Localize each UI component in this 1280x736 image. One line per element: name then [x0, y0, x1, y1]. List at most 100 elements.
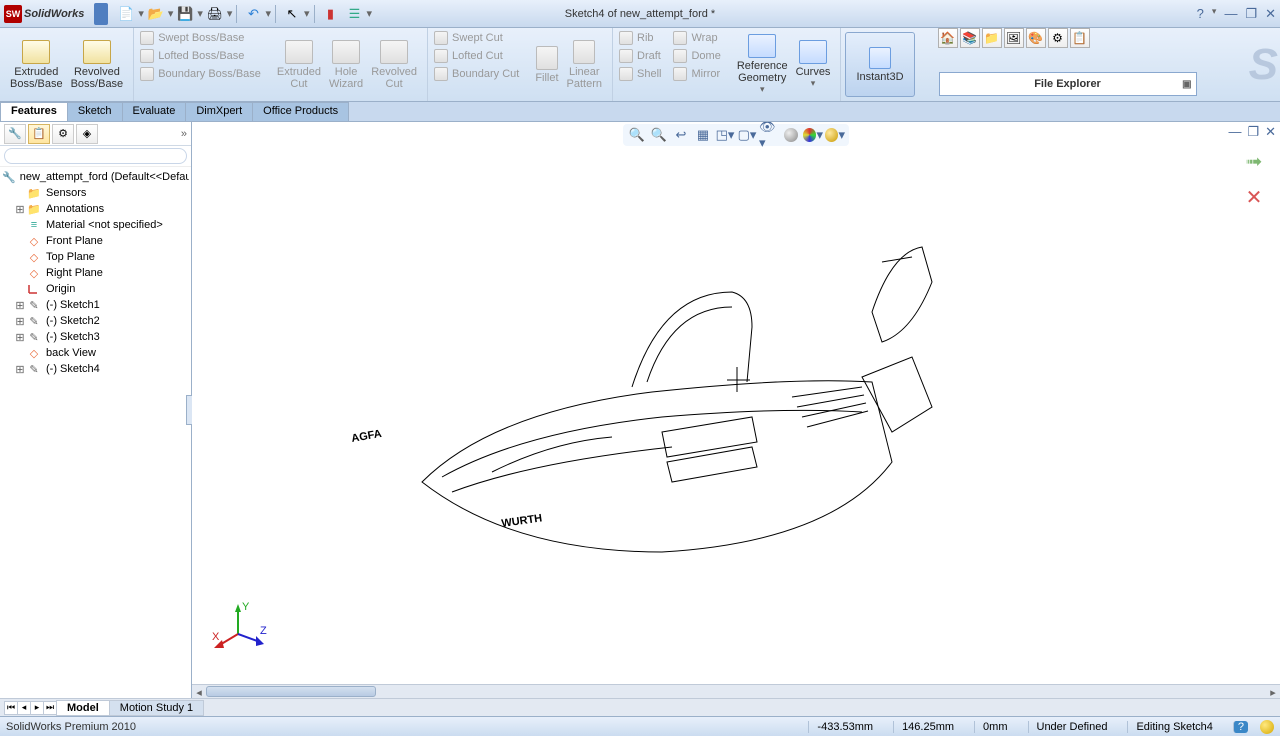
svg-text:X: X	[212, 631, 220, 643]
select-icon[interactable]: ↖	[283, 5, 301, 23]
tab-office-products[interactable]: Office Products	[252, 102, 349, 121]
viewport-scrollbar[interactable]: ◂ ▸	[192, 684, 1280, 698]
tab-nav-prev[interactable]: ◂	[17, 701, 31, 715]
tree-item-sketch2[interactable]: ⊞✎(-) Sketch2	[2, 313, 189, 329]
tab-nav-first[interactable]: ⏮	[4, 701, 18, 715]
model-preview: WURTH AGFA	[192, 132, 1272, 692]
wrap-button[interactable]: Wrap	[671, 30, 722, 46]
custom-props-icon[interactable]: ⚙	[1048, 28, 1068, 48]
svg-text:WURTH: WURTH	[501, 512, 543, 530]
titlebar: SW SolidWorks 📄▾ 📂▾ 💾▾ 🖨▾ ↶▾ ↖▾ ▮ ☰▾ Ske…	[0, 0, 1280, 28]
tab-sketch[interactable]: Sketch	[67, 102, 123, 121]
tree-item-sketch1[interactable]: ⊞✎(-) Sketch1	[2, 297, 189, 313]
document-title: Sketch4 of new_attempt_ford *	[565, 8, 715, 20]
status-help[interactable]: ?	[1233, 721, 1248, 733]
file-explorer-icon[interactable]: 📁	[982, 28, 1002, 48]
fm-tab-config[interactable]: ⚙	[52, 124, 74, 144]
revolved-cut-button[interactable]: Revolved Cut	[367, 38, 421, 92]
status-pin-icon[interactable]	[1260, 720, 1274, 734]
print-icon[interactable]: 🖨	[206, 5, 224, 23]
open-file-icon[interactable]: 📂	[147, 5, 165, 23]
linear-pattern-button[interactable]: Linear Pattern	[563, 38, 606, 92]
scroll-left-icon[interactable]: ◂	[192, 685, 206, 698]
tab-nav-last[interactable]: ⏭	[43, 701, 57, 715]
extruded-boss-button[interactable]: Extruded Boss/Base	[6, 38, 67, 92]
minimize-icon[interactable]: —	[1224, 6, 1237, 22]
feature-manager-panel: 🔧 📋 ⚙ ◈ » 🔧new_attempt_ford (Default<<De…	[0, 122, 192, 698]
rebuild-icon[interactable]: ▮	[322, 5, 340, 23]
help-icon[interactable]: ?	[1197, 6, 1204, 22]
status-coord-y: 146.25mm	[893, 721, 962, 733]
scroll-thumb[interactable]	[206, 686, 376, 697]
resources-icon[interactable]: 📋	[1070, 28, 1090, 48]
bottom-tab-motion[interactable]: Motion Study 1	[109, 700, 204, 716]
tree-item-sensors[interactable]: 📁Sensors	[2, 185, 189, 201]
tree-item-front-plane[interactable]: ◇Front Plane	[2, 233, 189, 249]
new-file-icon[interactable]: 📄	[117, 5, 135, 23]
tab-nav-next[interactable]: ▸	[30, 701, 44, 715]
bottom-tab-bar: ⏮ ◂ ▸ ⏭ Model Motion Study 1	[0, 698, 1280, 716]
sw-watermark: S	[1249, 40, 1274, 90]
mirror-button[interactable]: Mirror	[671, 66, 722, 82]
tab-features[interactable]: Features	[0, 102, 68, 121]
tree-item-sketch3[interactable]: ⊞✎(-) Sketch3	[2, 329, 189, 345]
status-editing: Editing Sketch4	[1127, 721, 1220, 733]
app-logo: SW	[4, 5, 22, 23]
swept-boss-button[interactable]: Swept Boss/Base	[138, 30, 263, 46]
lofted-cut-button[interactable]: Lofted Cut	[432, 48, 521, 64]
home-pane-icon[interactable]: 🏠	[938, 28, 958, 48]
scroll-right-icon[interactable]: ▸	[1266, 685, 1280, 698]
fm-tab-dim[interactable]: ◈	[76, 124, 98, 144]
status-product: SolidWorks Premium 2010	[6, 721, 136, 733]
boundary-boss-button[interactable]: Boundary Boss/Base	[138, 66, 263, 82]
revolved-boss-button[interactable]: Revolved Boss/Base	[67, 38, 128, 92]
tree-item-root[interactable]: 🔧new_attempt_ford (Default<<Defau	[2, 169, 189, 185]
close-icon[interactable]: ✕	[1265, 6, 1276, 22]
lofted-boss-button[interactable]: Lofted Boss/Base	[138, 48, 263, 64]
restore-icon[interactable]: ❐	[1245, 6, 1257, 22]
view-palette-icon[interactable]: 🖼	[1004, 28, 1024, 48]
view-triad[interactable]: Y X Z	[212, 602, 268, 658]
tab-evaluate[interactable]: Evaluate	[122, 102, 187, 121]
main-area: 🔧 📋 ⚙ ◈ » 🔧new_attempt_ford (Default<<De…	[0, 122, 1280, 698]
tree-item-material[interactable]: ≡Material <not specified>	[2, 217, 189, 233]
reference-geometry-button[interactable]: Reference Geometry▾	[733, 32, 792, 97]
bottom-tab-model[interactable]: Model	[56, 700, 110, 716]
fm-tab-design[interactable]: 🔧	[4, 124, 26, 144]
status-coord-z: 0mm	[974, 721, 1015, 733]
pane-toggle-icon[interactable]: ▣	[1182, 79, 1191, 90]
file-explorer-panel[interactable]: File Explorer ▣	[939, 72, 1197, 96]
undo-icon[interactable]: ↶	[244, 5, 262, 23]
command-tabs: Features Sketch Evaluate DimXpert Office…	[0, 102, 1280, 122]
feature-filter	[0, 146, 191, 167]
shell-button[interactable]: Shell	[617, 66, 663, 82]
tree-item-right-plane[interactable]: ◇Right Plane	[2, 265, 189, 281]
tab-dimxpert[interactable]: DimXpert	[185, 102, 253, 121]
viewport[interactable]: 🔍 🔍 ↩ ▦ ◳▾ ▢▾ 👁▾ ▾ ▾ — ❐ ✕ ➟ ✕	[192, 122, 1280, 698]
curves-button[interactable]: Curves▾	[792, 32, 835, 97]
options-icon[interactable]: ☰	[346, 5, 364, 23]
design-library-icon[interactable]: 📚	[960, 28, 980, 48]
tree-item-origin[interactable]: Origin	[2, 281, 189, 297]
dome-button[interactable]: Dome	[671, 48, 722, 64]
instant3d-button[interactable]: Instant3D	[845, 32, 914, 97]
main-menu-dropdown[interactable]	[94, 3, 108, 25]
hole-wizard-button[interactable]: Hole Wizard	[325, 38, 367, 92]
tree-item-back-view[interactable]: ◇back View	[2, 345, 189, 361]
tree-item-top-plane[interactable]: ◇Top Plane	[2, 249, 189, 265]
tree-item-annotations[interactable]: ⊞📁Annotations	[2, 201, 189, 217]
appearances-icon[interactable]: 🎨	[1026, 28, 1046, 48]
boundary-cut-button[interactable]: Boundary Cut	[432, 66, 521, 82]
filter-input[interactable]	[4, 148, 187, 164]
swept-cut-button[interactable]: Swept Cut	[432, 30, 521, 46]
status-coord-x: -433.53mm	[808, 721, 881, 733]
tree-item-sketch4[interactable]: ⊞✎(-) Sketch4	[2, 361, 189, 377]
fillet-button[interactable]: Fillet	[531, 38, 562, 92]
extruded-cut-button[interactable]: Extruded Cut	[273, 38, 325, 92]
statusbar: SolidWorks Premium 2010 -433.53mm 146.25…	[0, 716, 1280, 736]
draft-button[interactable]: Draft	[617, 48, 663, 64]
fm-tab-property[interactable]: 📋	[28, 124, 50, 144]
rib-button[interactable]: Rib	[617, 30, 663, 46]
panel-collapse-icon[interactable]: »	[181, 128, 187, 140]
save-icon[interactable]: 💾	[176, 5, 194, 23]
